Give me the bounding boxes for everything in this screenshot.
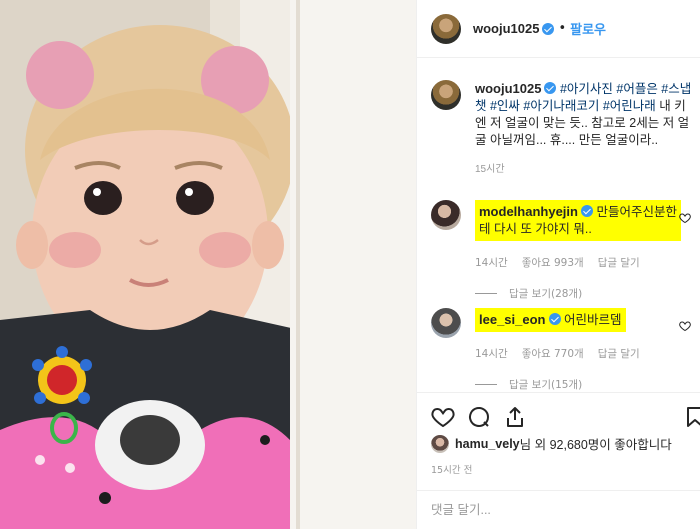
comment-highlight: modelhanhyejin 만들어주신분한테 다시 또 가야지 뭐.. (475, 200, 681, 241)
caption-username[interactable]: wooju1025 (475, 81, 541, 96)
bookmark-icon[interactable] (683, 405, 700, 429)
post-caption: wooju1025 #아기사진 #어플은 #스냅챗 #인싸 #아기나래코기 #어… (431, 80, 693, 178)
liker-avatar[interactable] (431, 434, 449, 453)
add-comment-bar: 게시 (417, 490, 700, 529)
likes-summary: hamu_vely 님 외 92,680명이 좋아합니다 (431, 434, 672, 453)
comment-item: modelhanhyejin 만들어주신분한테 다시 또 가야지 뭐.. 14시… (431, 200, 700, 301)
comment-username[interactable]: lee_si_eon (479, 312, 546, 327)
post-header: wooju1025 • 팔로우 (417, 0, 700, 58)
reply-button[interactable]: 답글 달기 (598, 346, 640, 361)
view-replies-label[interactable]: 답글 보기(15개) (509, 377, 582, 392)
post-panel: wooju1025 • 팔로우 wooju1025 #아기사진 #어플은 #스냅… (416, 0, 700, 529)
comment-avatar[interactable] (431, 308, 461, 338)
share-icon[interactable] (503, 405, 527, 429)
view-replies-label[interactable]: 답글 보기(28개) (509, 286, 582, 301)
like-heart-icon[interactable] (431, 405, 455, 429)
comment-time[interactable]: 14시간 (475, 255, 508, 270)
likes-text[interactable]: 님 외 92,680명이 좋아합니다 (520, 434, 672, 453)
view-replies[interactable]: 답글 보기(28개) (475, 286, 700, 301)
photo-illustration (0, 0, 416, 529)
comment-time[interactable]: 14시간 (475, 346, 508, 361)
comment-item: lee_si_eon 어린바르뎀 14시간 좋아요 770개 답글 달기 답글 … (431, 308, 700, 392)
comment-meta: 14시간 좋아요 993개 답글 달기 (475, 255, 681, 270)
separator-dot: • (558, 21, 567, 36)
view-replies[interactable]: 답글 보기(15개) (475, 377, 700, 392)
caption-time[interactable]: 15시간 (475, 161, 693, 178)
action-bar (417, 392, 700, 436)
verified-badge-icon (548, 313, 561, 325)
caption-avatar[interactable] (431, 80, 461, 110)
verified-badge-icon (542, 22, 555, 35)
comment-username[interactable]: modelhanhyejin (479, 204, 578, 219)
verified-badge-icon (544, 82, 557, 94)
comment-text: 어린바르뎀 (563, 313, 622, 327)
post-photo[interactable] (0, 0, 416, 529)
comment-likes[interactable]: 좋아요 770개 (522, 346, 584, 361)
owner-username[interactable]: wooju1025 (473, 21, 539, 36)
liker-username[interactable]: hamu_vely (455, 437, 520, 451)
comment-input[interactable] (431, 503, 651, 517)
verified-badge-icon (580, 205, 593, 217)
comment-heart-icon[interactable] (679, 320, 691, 332)
replies-line (475, 293, 497, 294)
comment-heart-icon[interactable] (679, 212, 691, 224)
comment-bubble-icon[interactable] (467, 405, 491, 429)
reply-button[interactable]: 답글 달기 (598, 255, 640, 270)
comment-avatar[interactable] (431, 200, 461, 230)
comment-meta: 14시간 좋아요 770개 답글 달기 (475, 346, 681, 361)
comment-likes[interactable]: 좋아요 993개 (522, 255, 584, 270)
comment-highlight: lee_si_eon 어린바르뎀 (475, 308, 626, 332)
follow-button[interactable]: 팔로우 (570, 19, 606, 38)
post-time[interactable]: 15시간 전 (431, 462, 472, 476)
replies-line (475, 384, 497, 385)
owner-avatar[interactable] (431, 13, 461, 44)
